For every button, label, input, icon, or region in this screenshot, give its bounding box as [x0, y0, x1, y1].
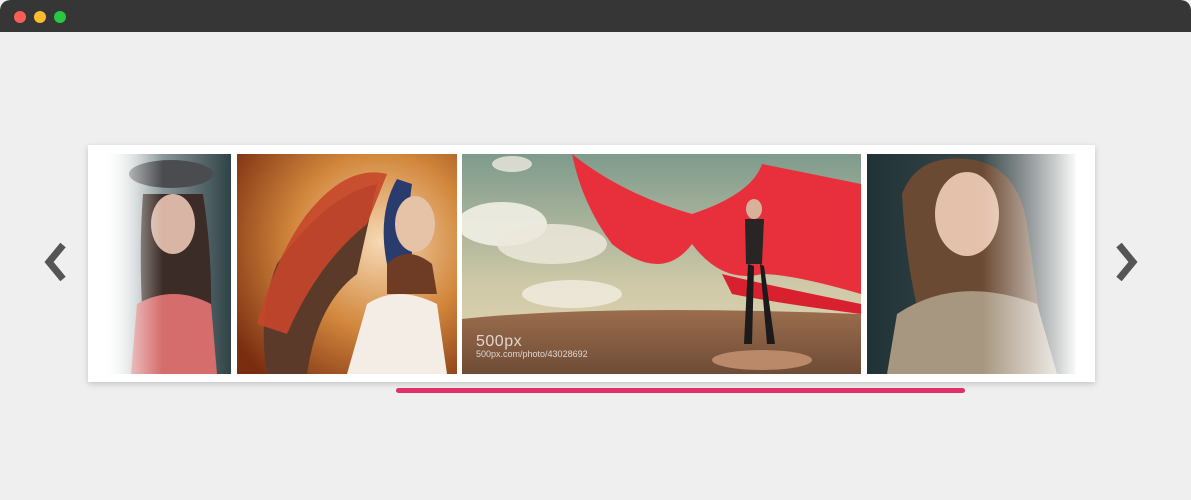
- chevron-right-icon: [1116, 242, 1138, 282]
- watermark-logo: 500px: [476, 332, 523, 350]
- watermark-url: 500px.com/photo/43028692: [476, 349, 588, 360]
- slide-image: [107, 154, 231, 374]
- next-slide-button[interactable]: [1111, 240, 1141, 284]
- image-carousel: 500px 500px.com/photo/43028692: [88, 145, 1095, 382]
- photo-watermark: 500px 500px.com/photo/43028692: [476, 333, 588, 360]
- window-titlebar: [0, 0, 1191, 32]
- carousel-slide[interactable]: [867, 154, 1076, 374]
- minimize-window-button[interactable]: [34, 11, 46, 23]
- slider-progress-bar: [396, 388, 965, 393]
- slider-progress-fill: [396, 388, 965, 393]
- slide-image: [237, 154, 457, 374]
- browser-window: 500px 500px.com/photo/43028692: [0, 0, 1191, 500]
- maximize-window-button[interactable]: [54, 11, 66, 23]
- prev-slide-button[interactable]: [41, 240, 71, 284]
- carousel-slide[interactable]: [107, 154, 231, 374]
- close-window-button[interactable]: [14, 11, 26, 23]
- carousel-slide[interactable]: 500px 500px.com/photo/43028692: [462, 154, 861, 374]
- chevron-left-icon: [44, 242, 66, 282]
- slide-image: [867, 154, 1076, 374]
- carousel-slide[interactable]: [237, 154, 457, 374]
